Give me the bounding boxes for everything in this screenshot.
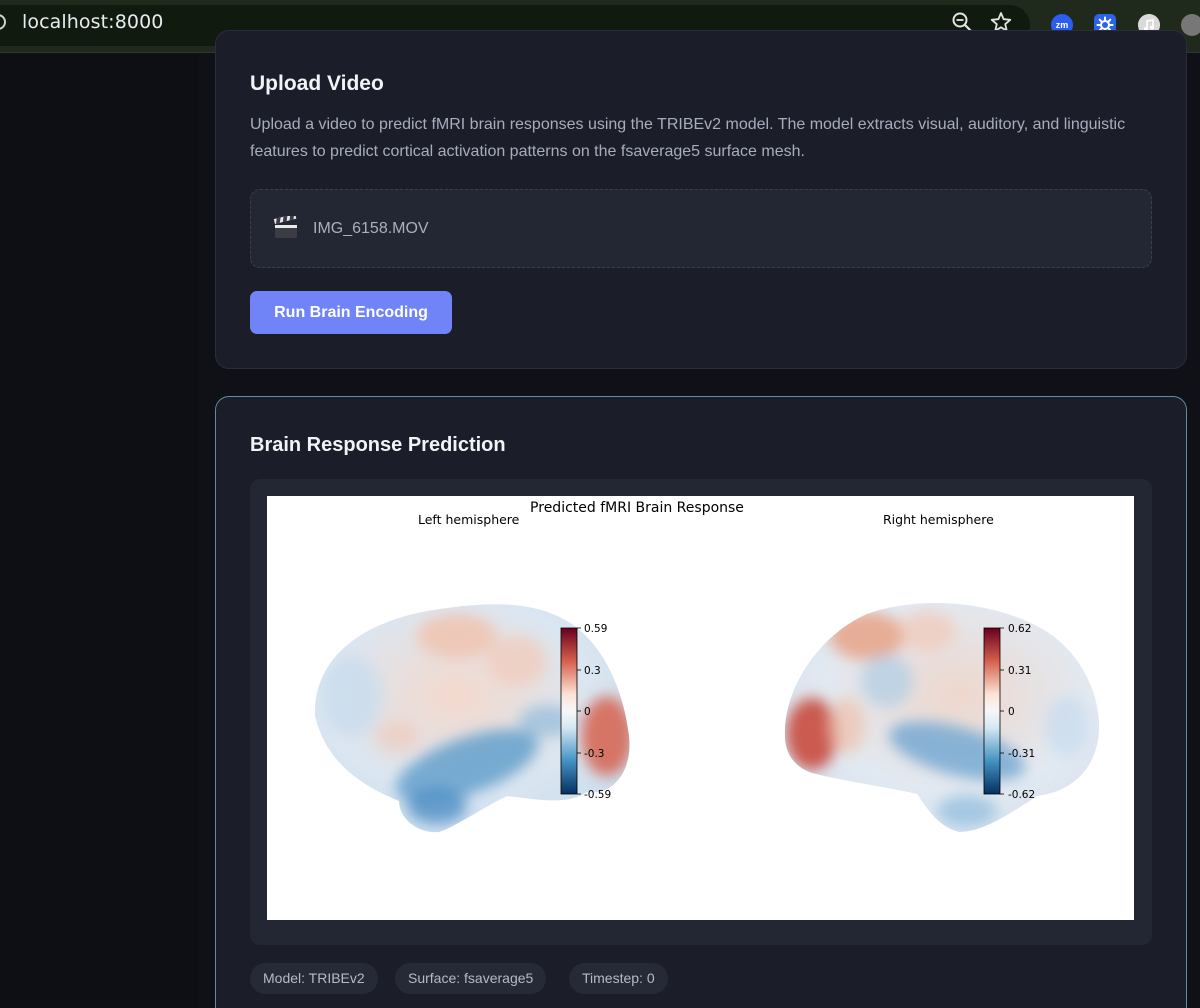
left-cbar-tick-max: 0.59 [584,623,607,635]
upload-title: Upload Video [250,72,384,95]
timestep-tag: Timestep: 0 [569,963,668,994]
file-dropzone[interactable]: IMG_6158.MOV [250,189,1152,268]
profile-avatar-icon[interactable] [1181,14,1200,36]
left-cbar-tick-min: -0.59 [584,789,611,801]
url-text[interactable]: localhost:8000 [22,11,163,33]
brain-figure: Predicted fMRI Brain Response Left hemis… [267,496,1134,920]
result-title: Brain Response Prediction [250,434,506,456]
left-cbar-tick-neg: -0.3 [584,748,605,760]
surface-tag: Surface: fsaverage5 [395,963,547,994]
right-hemisphere-surface [784,602,1100,832]
clapperboard-icon [273,216,297,238]
right-cbar-tick-pos: 0.31 [1008,665,1031,677]
right-cbar-tick-max: 0.62 [1008,623,1031,635]
right-cbar-tick-zero: 0 [1008,706,1015,718]
right-cbar-tick-neg: -0.31 [1008,748,1035,760]
app-sidebar [0,54,198,1008]
left-cbar-tick-zero: 0 [584,706,591,718]
left-cbar-tick-pos: 0.3 [584,665,601,677]
right-cbar-tick-min: -0.62 [1008,789,1035,801]
model-tag: Model: TRIBEv2 [250,963,378,994]
brain-surface-plot: 0.59 0.3 0 -0.3 -0.59 0.62 0.31 0 -0.31 … [314,602,1100,833]
file-name: IMG_6158.MOV [313,220,429,237]
upload-description: Upload a video to predict fMRI brain res… [250,116,1126,160]
run-brain-encoding-button[interactable]: Run Brain Encoding [250,291,452,334]
